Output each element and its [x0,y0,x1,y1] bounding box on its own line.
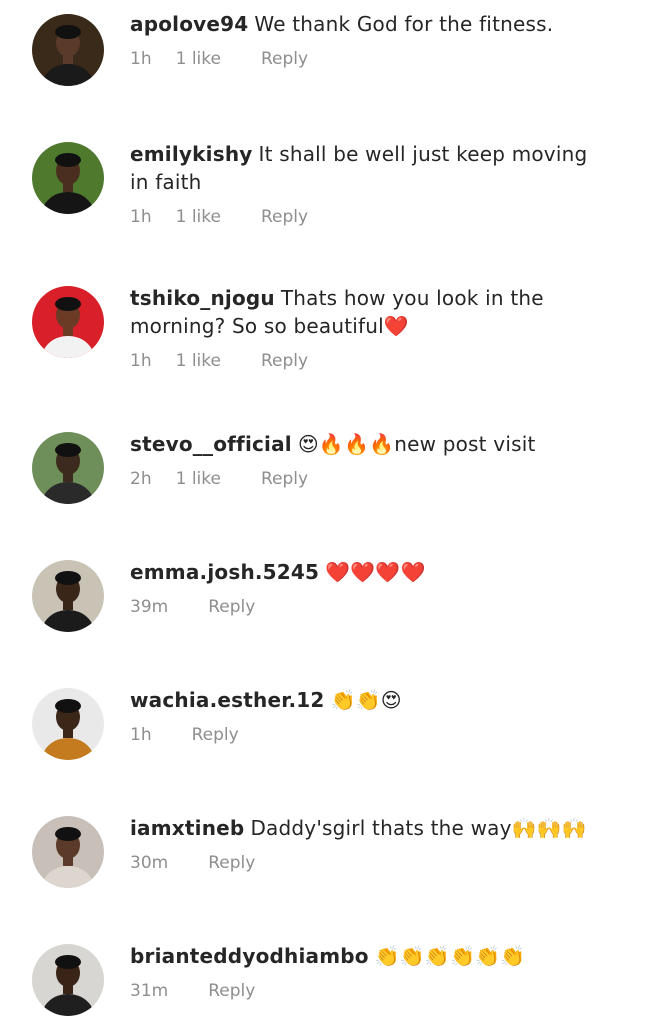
comment-line: emma.josh.5245 ❤️❤️❤️❤️ [130,558,608,586]
comment-body: brianteddyodhiambo 👏👏👏👏👏👏 31m Reply [130,942,608,1002]
avatar-image [32,560,104,632]
reply-button[interactable]: Reply [208,596,255,618]
avatar[interactable] [32,142,104,214]
comment-line: emilykishy It shall be well just keep mov… [130,140,608,196]
comment-body: emma.josh.5245 ❤️❤️❤️❤️ 39m Reply [130,558,608,618]
comment-username[interactable]: apolove94 [130,12,248,36]
reply-button[interactable]: Reply [192,724,239,746]
comment-meta: 30m Reply [130,852,608,874]
comment-emojis: 👏👏👏👏👏👏 [374,944,526,968]
reply-button[interactable]: Reply [261,206,308,228]
avatar-image [32,816,104,888]
comment-body: wachia.esther.12 👏👏😍 1h Reply [130,686,608,746]
comment-text: Daddy'sgirl thats the way [250,816,512,840]
reply-button[interactable]: Reply [208,980,255,1002]
avatar-image [32,286,104,358]
reply-button[interactable]: Reply [261,468,308,490]
comment-meta: 1h 1 like Reply [130,48,608,70]
comment-emojis: 😍🔥🔥🔥 [297,432,395,456]
comment-emojis: ❤️ [383,314,409,338]
comment-body: apolove94 We thank God for the fitness. 1h… [130,10,608,70]
avatar-image [32,14,104,86]
comment-likes[interactable]: 1 like [176,206,221,228]
comment-line: iamxtineb Daddy'sgirl thats the way🙌🙌🙌 [130,814,608,842]
avatar[interactable] [32,14,104,86]
avatar-image [32,142,104,214]
comment-meta: 31m Reply [130,980,608,1002]
avatar[interactable] [32,560,104,632]
comment-meta: 1h 1 like Reply [130,350,608,372]
comment-timestamp: 30m [130,853,169,873]
comment-timestamp: 1h [130,49,152,69]
comment-timestamp: 2h [130,469,152,489]
reply-button[interactable]: Reply [261,48,308,70]
comments-list: apolove94 We thank God for the fitness. 1h… [0,0,648,1032]
comment-line: wachia.esther.12 👏👏😍 [130,686,608,714]
comment-emojis: 🙌🙌🙌 [511,816,587,840]
comment-body: stevo__official 😍🔥🔥🔥new post visit 2h 1 lik… [130,430,608,490]
comment-text: We thank God for the fitness. [254,12,554,36]
avatar[interactable] [32,432,104,504]
comment-body: iamxtineb Daddy'sgirl thats the way🙌🙌🙌 30m… [130,814,608,874]
comment-timestamp: 1h [130,725,152,745]
comment-timestamp: 31m [130,981,169,1001]
comment-emojis: 👏👏😍 [330,688,402,712]
comment-line: tshiko_njogu Thats how you look in the mo… [130,284,608,340]
comment-timestamp: 1h [130,351,152,371]
avatar-image [32,944,104,1016]
comment-line: apolove94 We thank God for the fitness. [130,10,608,38]
avatar[interactable] [32,816,104,888]
avatar-image [32,432,104,504]
comment-username[interactable]: brianteddyodhiambo [130,944,369,968]
comment-body: emilykishy It shall be well just keep mov… [130,140,608,228]
comment-likes[interactable]: 1 like [176,48,221,70]
avatar[interactable] [32,944,104,1016]
avatar-image [32,688,104,760]
comment-username[interactable]: emma.josh.5245 [130,560,319,584]
comment-emojis: ❤️❤️❤️❤️ [325,560,426,584]
comment-meta: 2h 1 like Reply [130,468,608,490]
avatar[interactable] [32,688,104,760]
comment-username[interactable]: wachia.esther.12 [130,688,325,712]
comment-timestamp: 1h [130,207,152,227]
comment-username[interactable]: tshiko_njogu [130,286,275,310]
comment-meta: 39m Reply [130,596,608,618]
comment-timestamp: 39m [130,597,169,617]
comment-username[interactable]: emilykishy [130,142,253,166]
comment-body: tshiko_njogu Thats how you look in the mo… [130,284,608,372]
comment-likes[interactable]: 1 like [176,350,221,372]
comment-text: new post visit [394,432,536,456]
comment-line: stevo__official 😍🔥🔥🔥new post visit [130,430,608,458]
comment-username[interactable]: iamxtineb [130,816,244,840]
comment-meta: 1h 1 like Reply [130,206,608,228]
avatar[interactable] [32,286,104,358]
reply-button[interactable]: Reply [208,852,255,874]
reply-button[interactable]: Reply [261,350,308,372]
comment-likes[interactable]: 1 like [176,468,221,490]
comment-username[interactable]: stevo__official [130,432,292,456]
comment-line: brianteddyodhiambo 👏👏👏👏👏👏 [130,942,608,970]
comment-meta: 1h Reply [130,724,608,746]
